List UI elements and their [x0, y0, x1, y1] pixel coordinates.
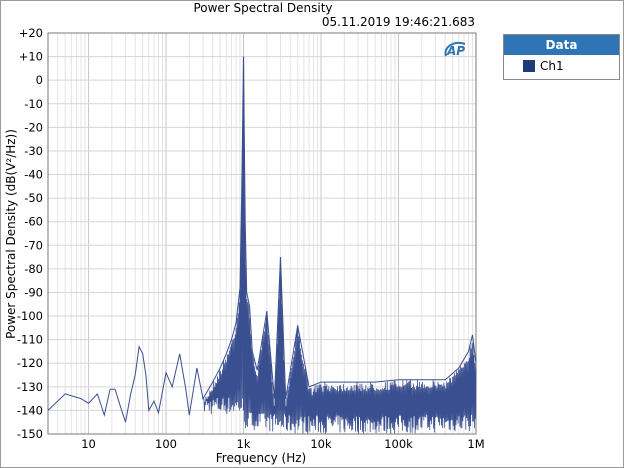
- timestamp: 05.11.2019 19:46:21.683: [322, 15, 475, 29]
- y-tick-label: -80: [24, 262, 43, 276]
- chart-title: Power Spectral Density: [193, 1, 332, 15]
- y-tick-label: 0: [36, 73, 43, 87]
- y-tick-label: -120: [17, 356, 43, 370]
- y-tick-label: -90: [24, 285, 43, 299]
- y-tick-label: -20: [24, 120, 43, 134]
- y-tick-label: -60: [24, 215, 43, 229]
- y-tick-label: -130: [17, 380, 43, 394]
- y-tick-label: -10: [24, 97, 43, 111]
- y-tick-label: -110: [17, 333, 43, 347]
- x-tick-label: 1k: [237, 437, 251, 451]
- y-tick-label: -40: [24, 168, 43, 182]
- legend-swatch: [523, 60, 535, 72]
- x-tick-label: 10k: [310, 437, 332, 451]
- y-tick-label: +20: [19, 26, 43, 40]
- y-tick-label: -50: [24, 191, 43, 205]
- ap-logo-icon: AP: [444, 42, 466, 58]
- y-tick-label: -150: [17, 427, 43, 441]
- x-tick-label: 100k: [384, 437, 413, 451]
- y-tick-label: -100: [17, 309, 43, 323]
- x-axis-ticks: 10 100 1k 10k 100k 1M: [81, 437, 484, 451]
- y-tick-label: -30: [24, 144, 43, 158]
- svg-text:AP: AP: [446, 44, 465, 58]
- y-axis-label: Power Spectral Density (dB(V²/Hz)): [4, 129, 18, 339]
- legend-label: Ch1: [540, 59, 564, 73]
- x-tick-label: 100: [155, 437, 177, 451]
- y-axis-ticks: +20 +10 0 -10 -20 -30 -40 -50 -60 -70 -80 -90 -100 -1…: [17, 26, 43, 441]
- x-axis-label: Frequency (Hz): [216, 451, 307, 465]
- x-tick-label: 1M: [467, 437, 484, 451]
- legend-item-ch1[interactable]: Ch1: [504, 55, 619, 77]
- y-tick-label: +10: [19, 50, 43, 64]
- y-tick-label: -70: [24, 238, 43, 252]
- x-tick-label: 10: [81, 437, 96, 451]
- legend-header: Data: [504, 35, 619, 55]
- legend: Data Ch1: [503, 34, 620, 80]
- y-tick-label: -140: [17, 403, 43, 417]
